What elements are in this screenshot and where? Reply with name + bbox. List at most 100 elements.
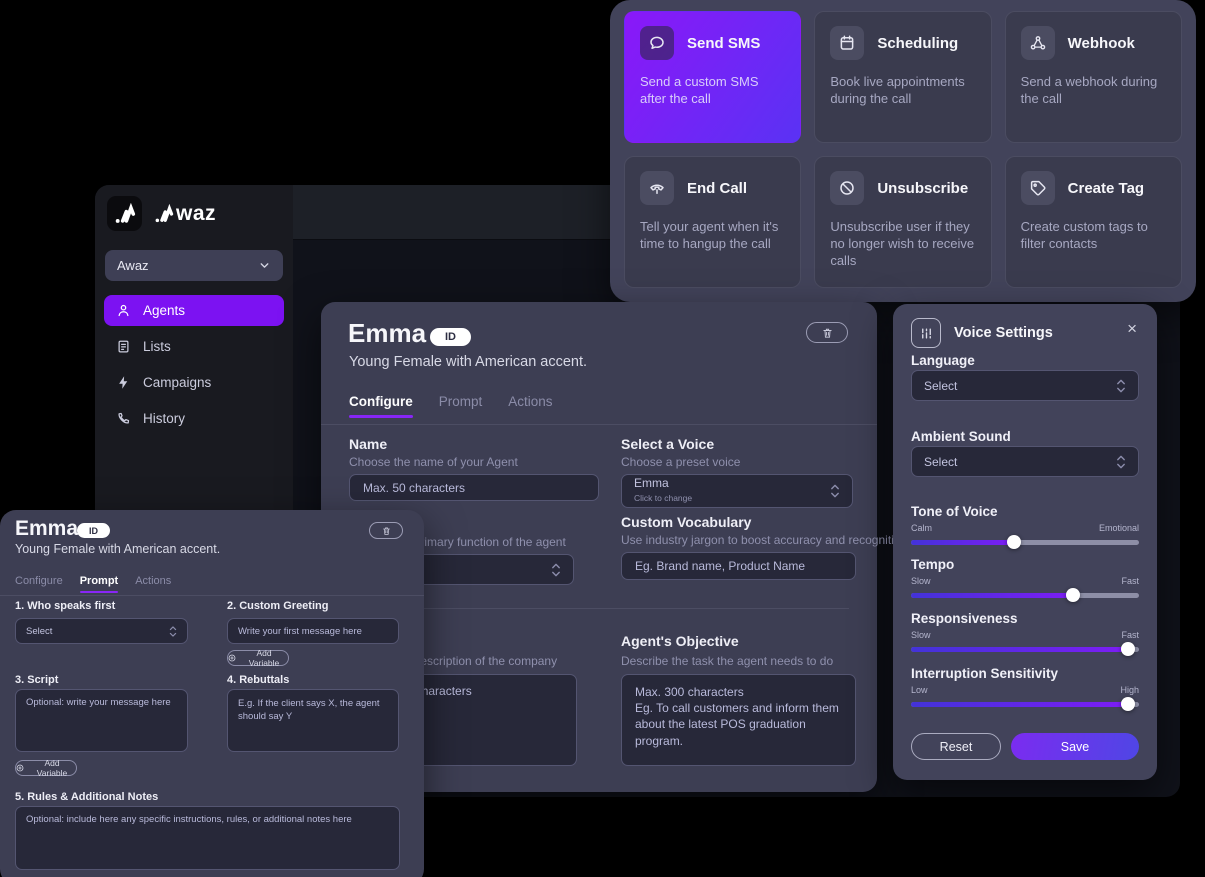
chevron-down-icon (258, 259, 271, 272)
tone-label: Tone of Voice (911, 504, 998, 519)
sidebar-item-label: Lists (143, 339, 171, 354)
card-description: Create custom tags to filter contacts (1021, 218, 1166, 252)
card-title: Webhook (1068, 35, 1135, 52)
objective-hint: Describe the task the agent needs to do (621, 654, 833, 668)
add-variable-button[interactable]: Add Variable (15, 760, 77, 776)
awaz-wordmark: waz (154, 202, 216, 226)
tab-configure[interactable]: Configure (15, 575, 63, 587)
plus-circle-icon (228, 654, 236, 662)
action-card-end-call[interactable]: End Call Tell your agent when it's time … (624, 156, 801, 288)
sidebar-item-campaigns[interactable]: Campaigns (104, 367, 284, 398)
objective-textarea[interactable]: Max. 300 characters Eg. To call customer… (621, 674, 856, 766)
responsiveness-label: Responsiveness (911, 611, 1018, 626)
responsiveness-slider[interactable] (911, 642, 1139, 656)
card-title: End Call (687, 180, 747, 197)
sidebar-item-label: History (143, 411, 185, 426)
card-title: Scheduling (877, 35, 958, 52)
vocab-label: Custom Vocabulary (621, 514, 751, 530)
slider-knob[interactable] (1066, 588, 1080, 602)
awaz-wordmark-glyph (154, 204, 174, 224)
brand-text: waz (176, 202, 216, 226)
close-icon[interactable]: × (1127, 320, 1137, 337)
tab-prompt[interactable]: Prompt (80, 575, 119, 587)
divider (0, 595, 424, 596)
ambient-label: Ambient Sound (911, 429, 1011, 444)
add-variable-label: Add Variable (28, 758, 76, 778)
action-card-webhook[interactable]: Webhook Send a webhook during the call (1005, 11, 1182, 143)
tabs: Configure Prompt Actions (349, 394, 553, 409)
divider (321, 424, 877, 425)
trash-icon (822, 327, 833, 339)
id-badge[interactable]: ID (77, 523, 110, 538)
card-title: Create Tag (1068, 180, 1144, 197)
add-variable-button[interactable]: Add Variable (227, 650, 289, 666)
chevron-updown-icon (169, 625, 177, 638)
name-input[interactable]: Max. 50 characters (349, 474, 599, 501)
workspace-name: Awaz (117, 258, 149, 273)
tempo-slider[interactable] (911, 588, 1139, 602)
rules-label: 5. Rules & Additional Notes (15, 791, 158, 803)
objective-label: Agent's Objective (621, 633, 739, 649)
document-icon (115, 339, 131, 354)
chevron-updown-icon (1116, 454, 1126, 470)
voice-settings-title: Voice Settings (954, 325, 1053, 341)
sidebar-item-agents[interactable]: Agents (104, 295, 284, 326)
interruption-max-label: High (1120, 685, 1139, 695)
interruption-slider[interactable] (911, 697, 1139, 711)
responsiveness-max-label: Fast (1121, 630, 1139, 640)
tab-actions[interactable]: Actions (508, 394, 552, 409)
action-card-unsubscribe[interactable]: Unsubscribe Unsubscribe user if they no … (814, 156, 991, 288)
chevron-updown-icon (551, 562, 561, 578)
ambient-select[interactable]: Select (911, 446, 1139, 477)
slider-knob[interactable] (1121, 642, 1135, 656)
agent-subtitle: Young Female with American accent. (15, 542, 220, 556)
slider-knob[interactable] (1121, 697, 1135, 711)
brand-row: waz (95, 185, 293, 231)
voice-label: Select a Voice (621, 436, 714, 452)
tabs: Configure Prompt Actions (15, 575, 171, 587)
voice-sub: Click to change (634, 493, 692, 503)
script-textarea[interactable]: Optional: write your message here (15, 689, 188, 752)
lightning-icon (115, 375, 131, 390)
delete-agent-button[interactable] (806, 322, 848, 343)
actions-grid-panel: Send SMS Send a custom SMS after the cal… (610, 0, 1196, 302)
tab-configure[interactable]: Configure (349, 394, 413, 409)
chat-bubble-icon (640, 26, 674, 60)
sidebar-item-label: Campaigns (143, 375, 211, 390)
tone-of-voice-slider[interactable] (911, 535, 1139, 549)
tone-max-label: Emotional (1099, 523, 1139, 533)
card-description: Tell your agent when it's time to hangup… (640, 218, 785, 252)
language-select[interactable]: Select (911, 370, 1139, 401)
vocab-hint: Use industry jargon to boost accuracy an… (621, 533, 911, 547)
workspace-dropdown[interactable]: Awaz (105, 250, 283, 281)
voice-settings-header: Voice Settings (911, 318, 1053, 348)
voice-settings-panel: Voice Settings × Language Select Ambient… (893, 304, 1157, 780)
slider-knob[interactable] (1007, 535, 1021, 549)
plus-circle-icon (16, 764, 24, 772)
chevron-updown-icon (1116, 378, 1126, 394)
save-button[interactable]: Save (1011, 733, 1139, 760)
id-badge[interactable]: ID (430, 328, 471, 346)
add-variable-label: Add Variable (240, 648, 288, 668)
voice-select[interactable]: Emma Click to change (621, 474, 853, 508)
sidebar-item-lists[interactable]: Lists (104, 331, 284, 362)
sidebar-nav: Agents Lists Campaigns (95, 295, 293, 434)
rules-textarea[interactable]: Optional: include here any specific inst… (15, 806, 400, 870)
action-card-scheduling[interactable]: Scheduling Book live appointments during… (814, 11, 991, 143)
who-speaks-first-label: 1. Who speaks first (15, 600, 115, 612)
vocab-input[interactable]: Eg. Brand name, Product Name (621, 552, 856, 580)
stage: waz Awaz Agents Lists (0, 0, 1205, 877)
card-title: Send SMS (687, 35, 760, 52)
tab-actions[interactable]: Actions (135, 575, 171, 587)
custom-greeting-input[interactable]: Write your first message here (227, 618, 399, 644)
chevron-updown-icon (830, 483, 840, 499)
rebuttals-textarea[interactable]: E.g. If the client says X, the agent sho… (227, 689, 399, 752)
reset-button[interactable]: Reset (911, 733, 1001, 760)
tab-prompt[interactable]: Prompt (439, 394, 483, 409)
block-icon (830, 171, 864, 205)
delete-agent-button[interactable] (369, 522, 403, 539)
sidebar-item-history[interactable]: History (104, 403, 284, 434)
who-speaks-first-select[interactable]: Select (15, 618, 188, 644)
action-card-create-tag[interactable]: Create Tag Create custom tags to filter … (1005, 156, 1182, 288)
action-card-send-sms[interactable]: Send SMS Send a custom SMS after the cal… (624, 11, 801, 143)
